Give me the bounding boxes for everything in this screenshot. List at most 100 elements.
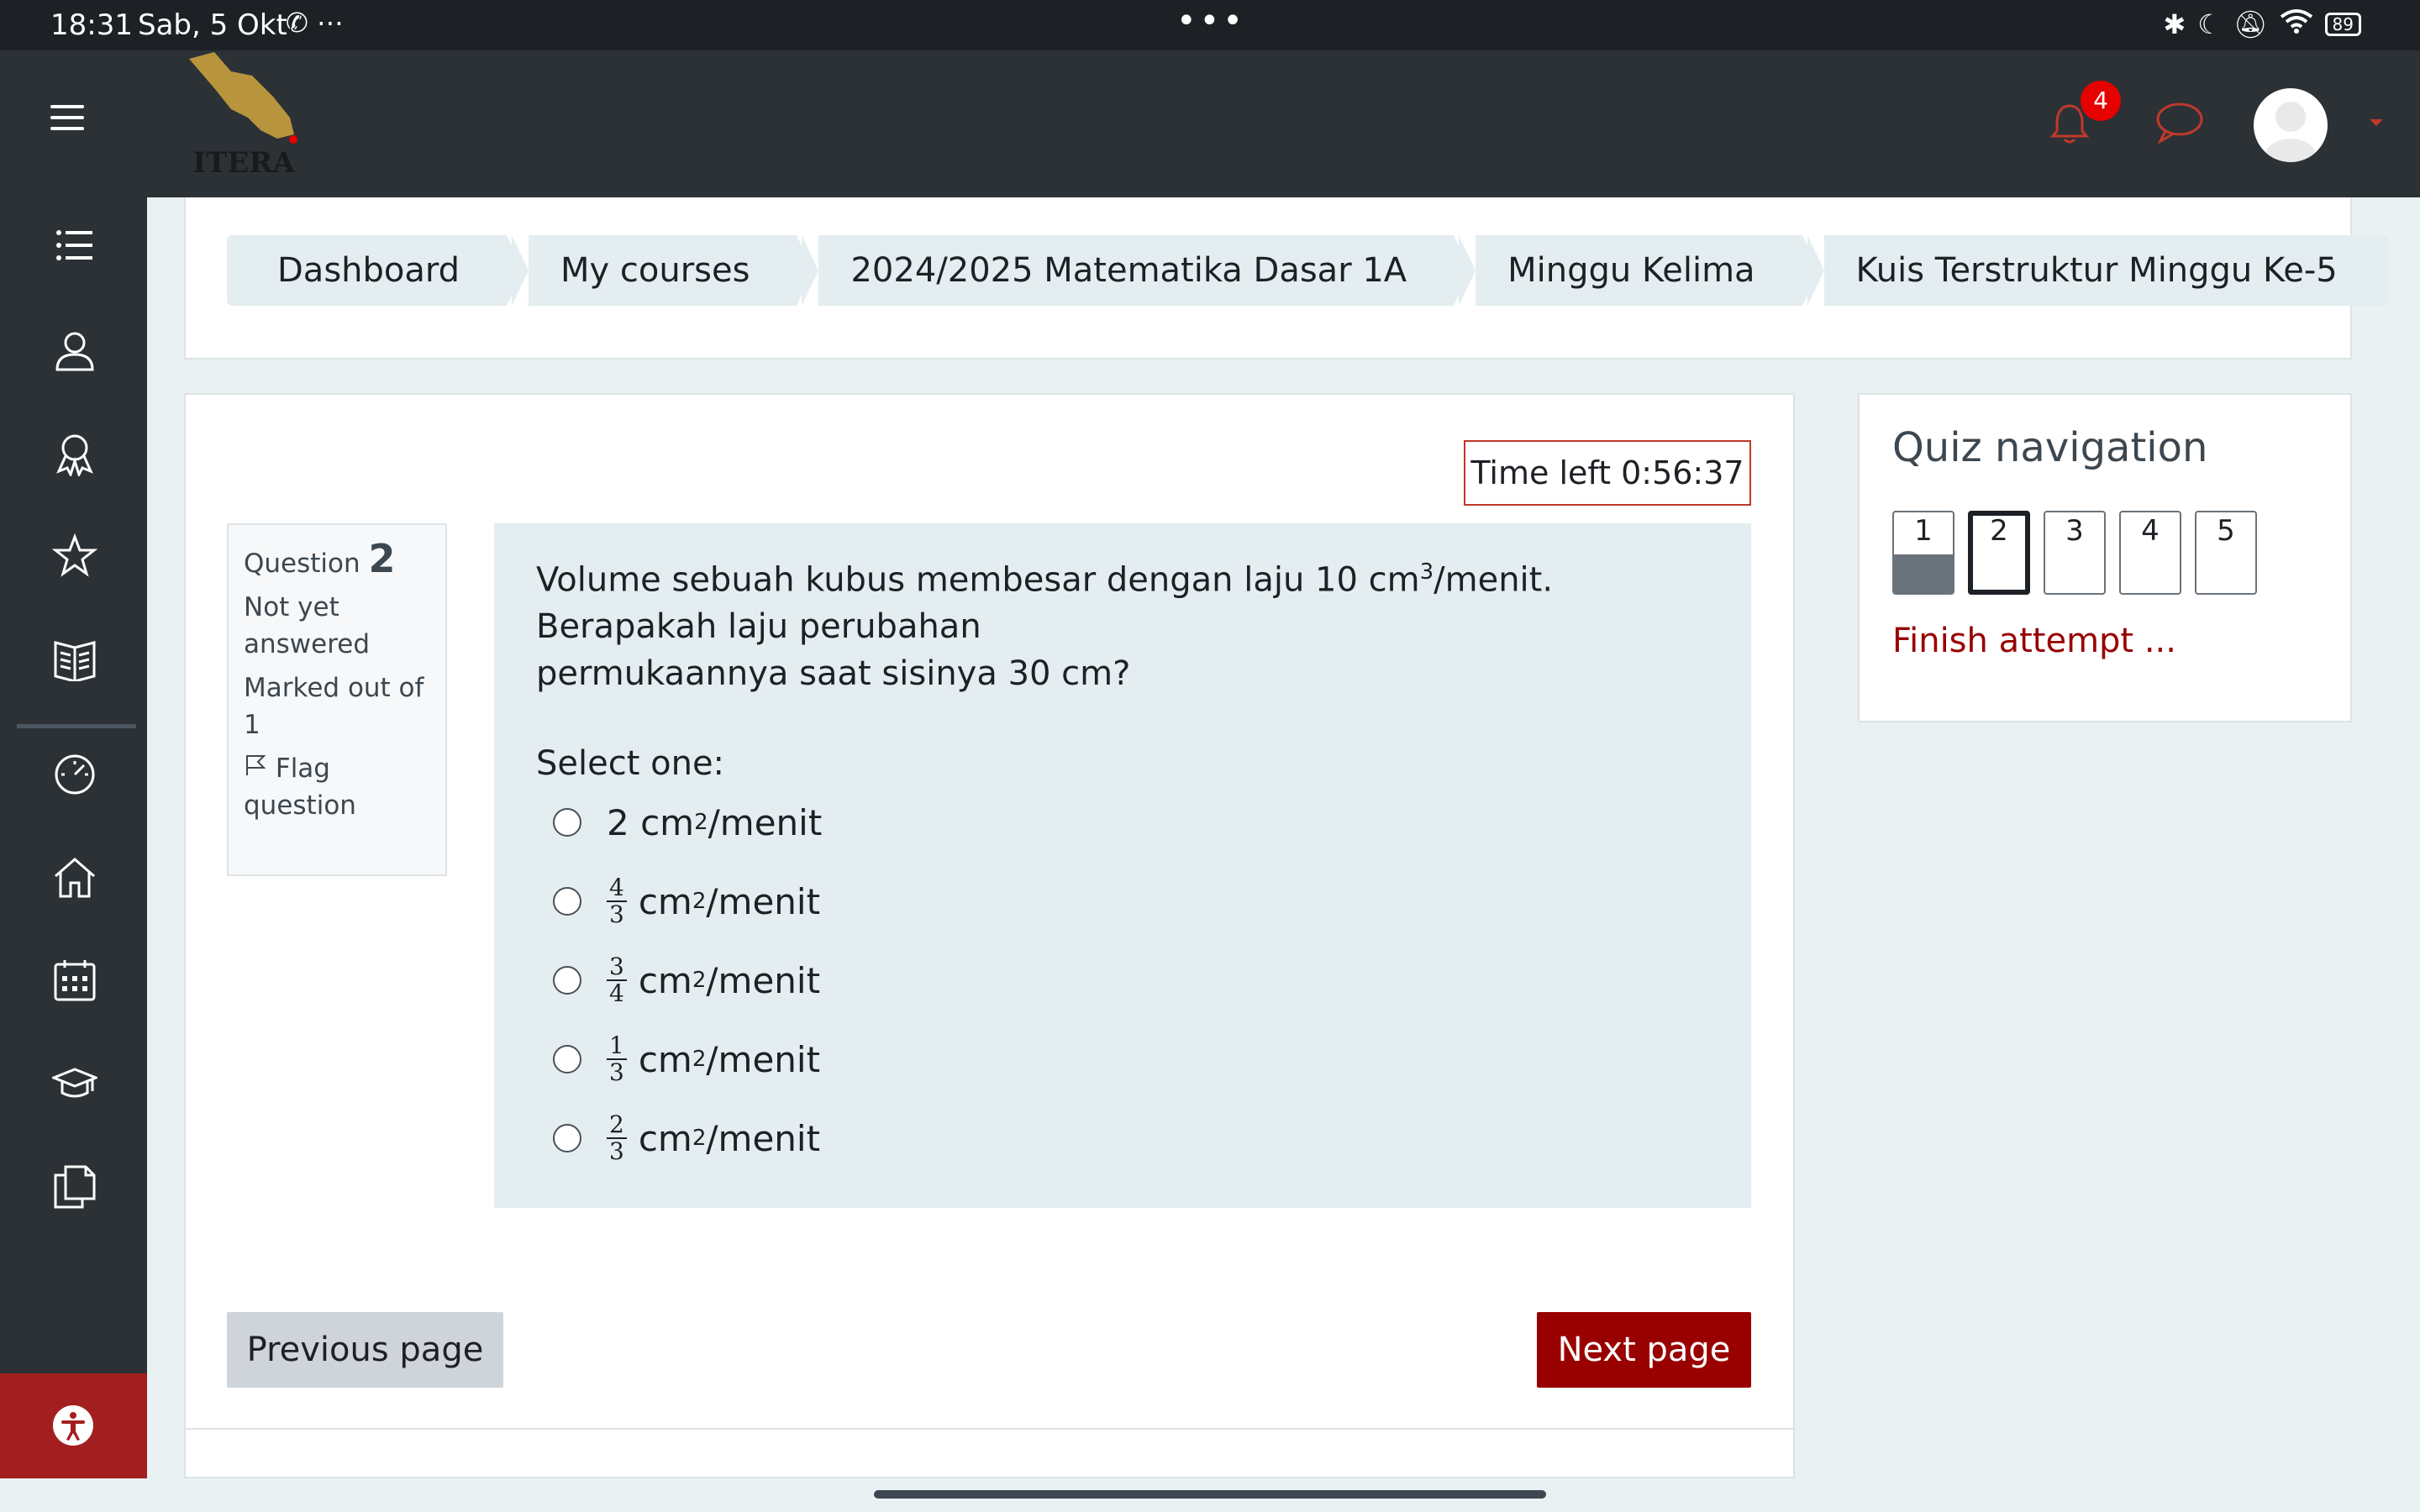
question-box: Volume sebuah kubus membesar dengan laju… <box>494 523 1751 1208</box>
next-page-button[interactable]: Next page <box>1537 1312 1751 1388</box>
badges-icon[interactable] <box>52 431 97 476</box>
star-icon[interactable] <box>52 533 97 579</box>
numerator: 1 <box>607 1033 627 1061</box>
grades-book-icon[interactable] <box>52 636 97 681</box>
answer-option-a[interactable]: 2 cm 2/menit <box>536 783 1709 862</box>
question-number: 2 <box>368 536 396 581</box>
numerator: 2 <box>607 1112 627 1140</box>
answered-fill <box>1894 554 1953 593</box>
system-status-bar: 18:31 Sab, 5 Okt ✆ ⋯ ••• ✱ ☾ 🔕︎ 89 <box>0 0 2420 50</box>
home-indicator[interactable] <box>874 1490 1546 1499</box>
quiz-nav-question-2[interactable]: 2 <box>1968 511 2030 595</box>
breadcrumb-course[interactable]: 2024/2025 Matematika Dasar 1A <box>802 235 1470 306</box>
top-navbar: ITERA 4 <box>0 50 2420 197</box>
radio-button[interactable] <box>553 1124 581 1153</box>
site-logo[interactable]: ITERA <box>181 50 307 185</box>
flag-question-button[interactable]: Flag question <box>244 750 430 824</box>
breadcrumb-my-courses[interactable]: My courses <box>512 235 814 306</box>
radio-button[interactable] <box>553 1045 581 1074</box>
time-left: Time left 0:56:37 <box>1464 440 1751 506</box>
fraction: 34 <box>607 954 627 1006</box>
radio-button[interactable] <box>553 966 581 995</box>
quiz-nav-number: 5 <box>2217 514 2235 548</box>
moon-icon: ☾ <box>2197 8 2222 40</box>
answer-option-c[interactable]: 3 4 cm 2/menit <box>536 941 1709 1020</box>
question-grade: Marked out of 1 <box>244 673 424 740</box>
accessibility-button[interactable] <box>0 1373 147 1478</box>
battery-icon: 89 <box>2324 13 2361 36</box>
option-rest: /menit <box>706 959 821 1001</box>
denominator: 3 <box>609 1137 624 1166</box>
quiz-nav-number: 2 <box>1990 514 2008 548</box>
option-sup: 2 <box>692 1126 707 1152</box>
answer-option-c-text: 3 4 cm 2/menit <box>607 954 820 1006</box>
option-whole-number: 2 <box>607 801 629 843</box>
quiz-navigation-buttons: 1 2 3 4 5 <box>1892 511 2257 595</box>
quiz-nav-question-1[interactable]: 1 <box>1892 511 1954 595</box>
date: Sab, 5 Okt <box>138 8 287 42</box>
option-rest: /menit <box>706 1117 821 1159</box>
answer-option-e-text: 2 3 cm 2/menit <box>607 1112 820 1164</box>
breadcrumb-dashboard[interactable]: Dashboard <box>227 235 524 306</box>
user-menu-caret-icon[interactable] <box>2370 119 2383 126</box>
system-icons: ✱ ☾ 🔕︎ 89 <box>2163 8 2361 40</box>
answer-option-d[interactable]: 1 3 cm 2/menit <box>536 1020 1709 1099</box>
numerator: 3 <box>607 954 627 982</box>
quiz-nav-question-5[interactable]: 5 <box>2195 511 2257 595</box>
option-unit: cm <box>638 880 692 922</box>
quiz-nav-number: 3 <box>2065 514 2084 548</box>
option-sup: 2 <box>692 1047 707 1073</box>
question-status: Not yet answered <box>244 592 371 659</box>
option-unit: cm <box>638 1038 692 1080</box>
answer-option-e[interactable]: 2 3 cm 2/menit <box>536 1099 1709 1178</box>
quiz-nav-question-4[interactable]: 4 <box>2119 511 2181 595</box>
user-silhouette-icon <box>2264 102 2317 162</box>
question-text-sup: 3 <box>1419 559 1434 585</box>
option-sup: 2 <box>692 968 707 994</box>
sidebar-divider <box>17 724 136 728</box>
option-sup: 2 <box>692 889 707 915</box>
logo-emblem-icon <box>189 52 297 144</box>
notification-icons: ✆ ⋯ <box>286 7 344 39</box>
previous-page-button[interactable]: Previous page <box>227 1312 503 1388</box>
option-rest: /menit <box>706 880 821 922</box>
user-avatar[interactable] <box>2254 88 2328 162</box>
fraction: 43 <box>607 875 627 927</box>
numerator: 4 <box>607 875 627 903</box>
more-dots-icon: ••• <box>1176 2 1246 40</box>
breadcrumb-quiz[interactable]: Kuis Terstruktur Minggu Ke-5 <box>1807 235 2388 306</box>
calendar-icon[interactable] <box>52 958 97 1003</box>
wifi-icon <box>2280 8 2313 40</box>
answer-option-b[interactable]: 4 3 cm 2/menit <box>536 862 1709 941</box>
question-text-line3: permukaannya saat sisinya 30 cm? <box>536 654 1131 694</box>
quiz-nav-number: 1 <box>1914 514 1933 548</box>
fraction: 23 <box>607 1112 627 1164</box>
option-rest: /menit <box>706 1038 821 1080</box>
radio-button[interactable] <box>553 887 581 916</box>
notification-count-badge: 4 <box>2081 81 2121 121</box>
files-icon[interactable] <box>52 1163 97 1209</box>
graduation-cap-icon[interactable] <box>52 1061 97 1106</box>
bluetooth-icon: ✱ <box>2163 8 2186 40</box>
hamburger-menu-icon[interactable] <box>50 105 84 130</box>
question-text: Volume sebuah kubus membesar dengan laju… <box>536 549 1709 697</box>
dashboard-gauge-icon[interactable] <box>52 752 97 797</box>
course-index-icon[interactable] <box>52 223 97 268</box>
quiz-navigation-title: Quiz navigation <box>1892 424 2208 471</box>
radio-button[interactable] <box>553 808 581 837</box>
home-icon[interactable] <box>52 854 97 900</box>
logo-text: ITERA <box>192 146 295 180</box>
finish-attempt-link[interactable]: Finish attempt ... <box>1892 622 2176 660</box>
denominator: 4 <box>609 979 624 1008</box>
bell-off-icon: 🔕︎ <box>2233 8 2268 40</box>
quiz-nav-question-3[interactable]: 3 <box>2044 511 2106 595</box>
participants-icon[interactable] <box>52 328 97 373</box>
clock: 18:31 <box>50 8 133 42</box>
quiz-nav-number: 4 <box>2141 514 2160 548</box>
option-sup: 2 <box>694 810 708 836</box>
question-text-part1: Volume sebuah kubus membesar dengan laju… <box>536 560 1420 600</box>
answer-option-d-text: 1 3 cm 2/menit <box>607 1033 820 1085</box>
messages-icon[interactable] <box>2155 101 2204 144</box>
breadcrumb-section[interactable]: Minggu Kelima <box>1459 235 1819 306</box>
denominator: 3 <box>609 1058 624 1087</box>
